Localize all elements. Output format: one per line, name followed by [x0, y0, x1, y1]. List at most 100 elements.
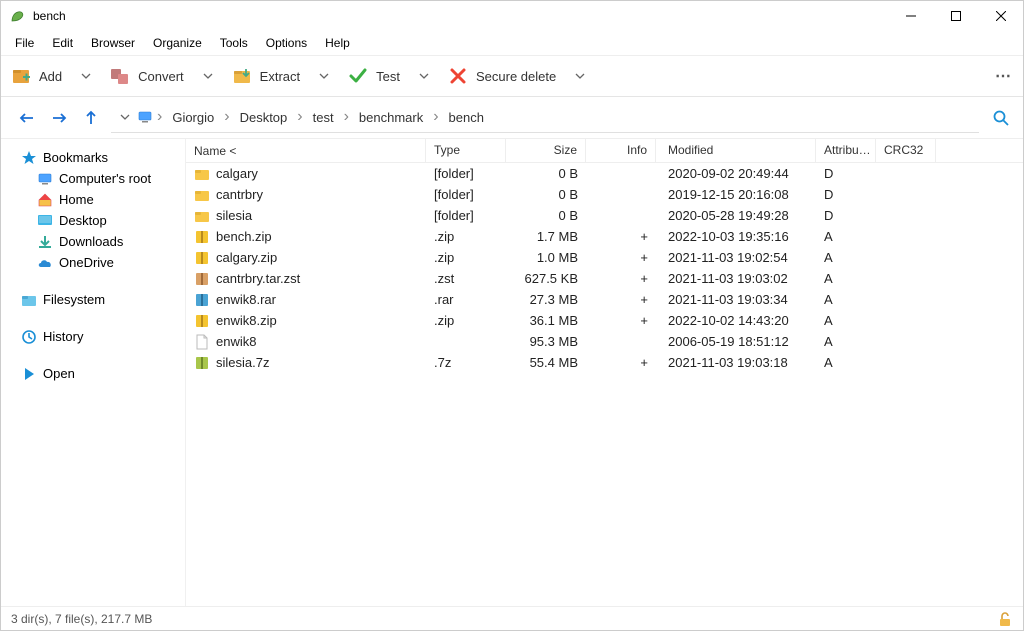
sidebar-item-bookmarks[interactable]: Bookmarks	[5, 147, 181, 168]
file-type: [folder]	[426, 187, 506, 202]
file-row[interactable]: silesia.7z.7z55.4 MB+2021-11-03 19:03:18…	[186, 352, 1023, 373]
file-rows: calgary[folder]0 B2020-09-02 20:49:44Dca…	[186, 163, 1023, 606]
secure-delete-button[interactable]: Secure delete	[448, 66, 588, 86]
crumb-sep: ›	[344, 108, 349, 126]
file-modified: 2021-11-03 19:02:54	[656, 250, 816, 265]
breadcrumb[interactable]: › Giorgio › Desktop › test › benchmark ›…	[111, 103, 979, 133]
col-info[interactable]: Info	[586, 139, 656, 162]
convert-button[interactable]: Convert	[110, 66, 216, 86]
lock-icon[interactable]	[997, 611, 1013, 627]
zip-icon	[194, 229, 210, 245]
chevron-down-icon[interactable]	[316, 68, 332, 84]
close-button[interactable]	[978, 1, 1023, 31]
file-row[interactable]: enwik8.zip.zip36.1 MB+2022-10-02 14:43:2…	[186, 310, 1023, 331]
crumb-sep: ›	[224, 108, 229, 126]
file-row[interactable]: calgary[folder]0 B2020-09-02 20:49:44D	[186, 163, 1023, 184]
file-modified: 2021-11-03 19:03:18	[656, 355, 816, 370]
col-size[interactable]: Size	[506, 139, 586, 162]
home-icon	[37, 192, 53, 208]
file-row[interactable]: cantrbry.tar.zst.zst627.5 KB+2021-11-03 …	[186, 268, 1023, 289]
sidebar-item-computer[interactable]: Computer's root	[5, 168, 181, 189]
menu-browser[interactable]: Browser	[83, 34, 143, 52]
file-attr: D	[816, 187, 876, 202]
play-icon	[21, 366, 37, 382]
col-type[interactable]: Type	[426, 139, 506, 162]
forward-button[interactable]	[47, 106, 71, 130]
sidebar-item-desktop[interactable]: Desktop	[5, 210, 181, 231]
crumb-giorgio[interactable]: Giorgio	[166, 108, 220, 127]
col-name[interactable]: Name <	[186, 139, 426, 162]
chevron-down-icon[interactable]	[200, 68, 216, 84]
x-icon	[448, 66, 468, 86]
menu-file[interactable]: File	[7, 34, 42, 52]
file-row[interactable]: enwik895.3 MB2006-05-19 18:51:12A	[186, 331, 1023, 352]
file-attr: D	[816, 208, 876, 223]
crumb-bench[interactable]: bench	[443, 108, 490, 127]
file-info: +	[586, 292, 656, 307]
chevron-down-icon[interactable]	[117, 109, 133, 125]
desktop-label: Desktop	[59, 213, 107, 228]
menu-tools[interactable]: Tools	[212, 34, 256, 52]
search-button[interactable]	[987, 104, 1015, 132]
sidebar-item-filesystem[interactable]: Filesystem	[5, 289, 181, 310]
col-attributes[interactable]: Attribu…	[816, 139, 876, 162]
download-icon	[37, 234, 53, 250]
check-icon	[348, 66, 368, 86]
file-modified: 2022-10-02 14:43:20	[656, 313, 816, 328]
crumb-benchmark[interactable]: benchmark	[353, 108, 429, 127]
file-name: silesia.7z	[216, 355, 269, 370]
up-button[interactable]	[79, 106, 103, 130]
window-title: bench	[33, 9, 66, 23]
file-row[interactable]: bench.zip.zip1.7 MB+2022-10-03 19:35:16A	[186, 226, 1023, 247]
chevron-down-icon[interactable]	[78, 68, 94, 84]
file-type: .zst	[426, 271, 506, 286]
menu-options[interactable]: Options	[258, 34, 315, 52]
chevron-down-icon[interactable]	[416, 68, 432, 84]
file-modified: 2021-11-03 19:03:02	[656, 271, 816, 286]
menu-edit[interactable]: Edit	[44, 34, 81, 52]
chevron-down-icon[interactable]	[572, 68, 588, 84]
extract-button[interactable]: Extract	[232, 66, 332, 86]
sidebar-item-history[interactable]: History	[5, 326, 181, 347]
folder-icon	[194, 208, 210, 224]
menu-organize[interactable]: Organize	[145, 34, 210, 52]
file-size: 0 B	[506, 208, 586, 223]
col-modified[interactable]: Modified	[656, 139, 816, 162]
sidebar-item-open[interactable]: Open	[5, 363, 181, 384]
file-row[interactable]: calgary.zip.zip1.0 MB+2021-11-03 19:02:5…	[186, 247, 1023, 268]
app-icon	[9, 8, 25, 24]
maximize-button[interactable]	[933, 1, 978, 31]
statusbar: 3 dir(s), 7 file(s), 217.7 MB	[1, 606, 1023, 630]
file-size: 55.4 MB	[506, 355, 586, 370]
desktop-icon	[37, 213, 53, 229]
col-crc32[interactable]: CRC32	[876, 139, 936, 162]
menu-help[interactable]: Help	[317, 34, 358, 52]
file-modified: 2022-10-03 19:35:16	[656, 229, 816, 244]
more-button[interactable]: ⋯	[995, 66, 1013, 86]
file-modified: 2020-09-02 20:49:44	[656, 166, 816, 181]
file-row[interactable]: silesia[folder]0 B2020-05-28 19:49:28D	[186, 205, 1023, 226]
file-modified: 2021-11-03 19:03:34	[656, 292, 816, 307]
sidebar-item-onedrive[interactable]: OneDrive	[5, 252, 181, 273]
folder-icon	[194, 166, 210, 182]
file-modified: 2006-05-19 18:51:12	[656, 334, 816, 349]
minimize-button[interactable]	[888, 1, 933, 31]
crumb-desktop[interactable]: Desktop	[234, 108, 294, 127]
file-row[interactable]: cantrbry[folder]0 B2019-12-15 20:16:08D	[186, 184, 1023, 205]
file-name: bench.zip	[216, 229, 272, 244]
file-name: cantrbry.tar.zst	[216, 271, 300, 286]
home-label: Home	[59, 192, 94, 207]
zip-icon	[194, 313, 210, 329]
sidebar-item-downloads[interactable]: Downloads	[5, 231, 181, 252]
add-button[interactable]: Add	[11, 66, 94, 86]
file-attr: A	[816, 250, 876, 265]
menubar: File Edit Browser Organize Tools Options…	[1, 31, 1023, 55]
file-attr: A	[816, 334, 876, 349]
computer-icon[interactable]	[137, 109, 153, 125]
back-button[interactable]	[15, 106, 39, 130]
sidebar-item-home[interactable]: Home	[5, 189, 181, 210]
file-row[interactable]: enwik8.rar.rar27.3 MB+2021-11-03 19:03:3…	[186, 289, 1023, 310]
navbar: › Giorgio › Desktop › test › benchmark ›…	[1, 97, 1023, 139]
test-button[interactable]: Test	[348, 66, 432, 86]
crumb-test[interactable]: test	[307, 108, 340, 127]
